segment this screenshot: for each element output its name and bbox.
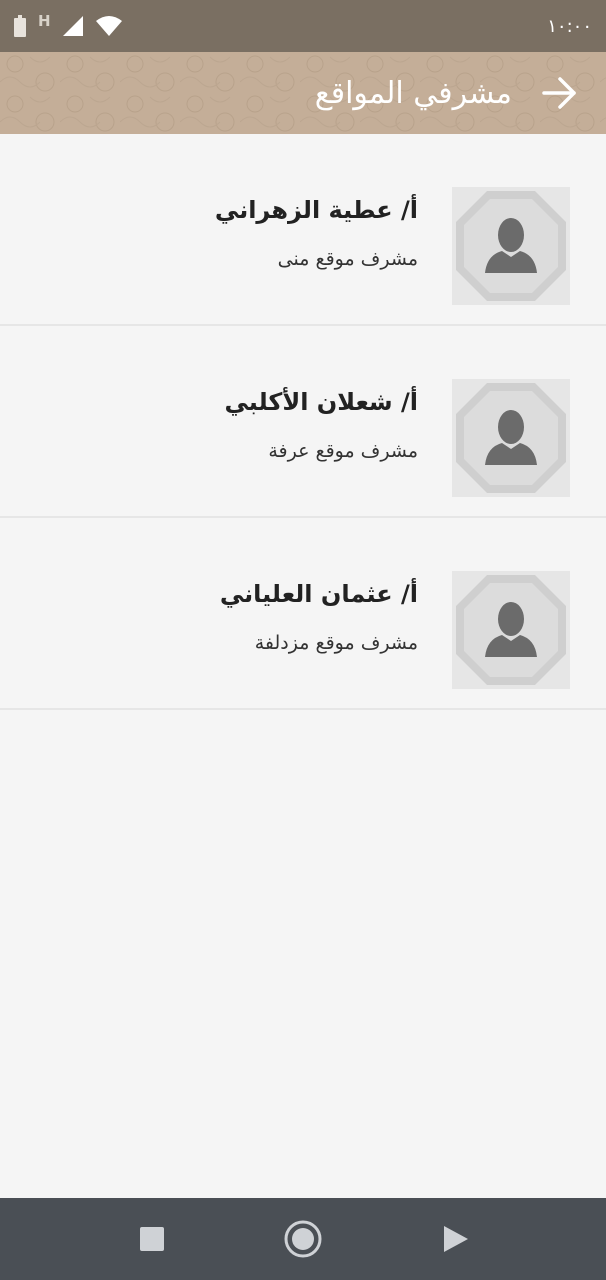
status-bar: H ١٠:٠٠ [0, 0, 606, 52]
signal-icon [62, 16, 83, 36]
wifi-icon [95, 16, 122, 36]
supervisor-name: أ/ شعلان الأكلبي [224, 388, 419, 416]
avatar-icon [452, 187, 570, 305]
supervisor-name: أ/ عطية الزهراني [214, 196, 418, 224]
status-icons: H [14, 12, 123, 37]
decorative-pattern [0, 52, 606, 134]
back-arrow-icon[interactable] [540, 73, 580, 113]
avatar-icon [452, 379, 570, 497]
supervisor-role: مشرف موقع منى [277, 248, 418, 270]
supervisor-role: مشرف موقع عرفة [268, 440, 418, 462]
battery-icon [14, 15, 26, 37]
square-icon[interactable] [132, 1219, 172, 1259]
supervisor-role: مشرف موقع مزدلفة [254, 632, 418, 654]
status-time: ١٠:٠٠ [547, 15, 592, 37]
network-type-indicator: H [38, 12, 51, 30]
circle-icon[interactable] [283, 1219, 323, 1259]
list-item[interactable]: أ/ عطية الزهراني مشرف موقع منى [0, 134, 606, 326]
supervisor-name: أ/ عثمان العلياني [219, 580, 418, 608]
navigation-bar [0, 1198, 606, 1280]
item-text: أ/ شعلان الأكلبي مشرف موقع عرفة [225, 386, 419, 462]
avatar-icon [452, 571, 570, 689]
supervisor-list: أ/ عطية الزهراني مشرف موقع منى أ/ شعلان … [0, 134, 606, 710]
triangle-icon[interactable] [435, 1219, 475, 1259]
item-text: أ/ عطية الزهراني مشرف موقع منى [215, 194, 418, 270]
app-bar: مشرفي المواقع [0, 52, 606, 134]
item-text: أ/ عثمان العلياني مشرف موقع مزدلفة [220, 578, 418, 654]
page-title: مشرفي المواقع [314, 75, 512, 111]
list-item[interactable]: أ/ عثمان العلياني مشرف موقع مزدلفة [0, 518, 606, 710]
list-item[interactable]: أ/ شعلان الأكلبي مشرف موقع عرفة [0, 326, 606, 518]
